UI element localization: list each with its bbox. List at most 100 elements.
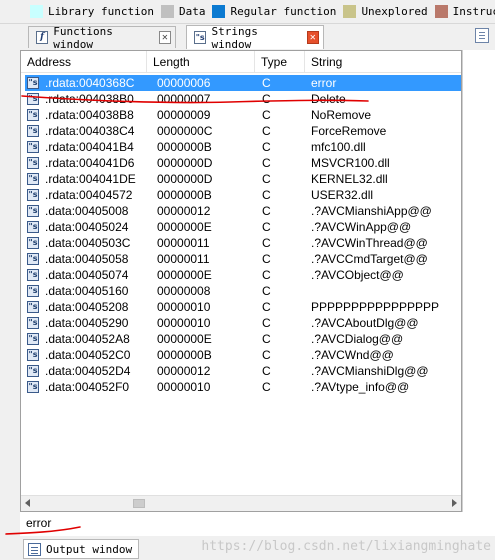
scroll-left-icon[interactable] xyxy=(25,499,30,507)
cell-string: .?AVCObject@@ xyxy=(311,268,404,282)
tab-functions-window[interactable]: f Functions window ✕ xyxy=(28,24,176,51)
legend-label: Unexplored xyxy=(361,5,428,18)
cell-address: .data:004052C0 xyxy=(45,348,131,362)
cell-address: .data:004052D4 xyxy=(45,364,131,378)
table-row[interactable]: "s .data:00405008 00000012 C .?AVCMianshiApp… xyxy=(25,203,461,219)
column-header-type[interactable]: Type xyxy=(255,51,305,73)
table-row[interactable]: "s .data:004052F0 00000010 C .?AVtype_info@@ xyxy=(25,379,461,395)
cell-address: .rdata:004041DE xyxy=(45,172,136,186)
table-row[interactable]: "s .rdata:00404572 0000000B C USER32.dll xyxy=(25,187,461,203)
cell-length: 0000000D xyxy=(157,172,213,186)
cell-type: C xyxy=(262,300,271,314)
table-row[interactable]: "s .rdata:004038B8 00000009 C NoRemove xyxy=(25,107,461,123)
cell-address: .data:00405024 xyxy=(45,220,129,234)
column-header-address[interactable]: Address xyxy=(21,51,147,73)
string-icon: "s xyxy=(27,333,39,345)
cell-type: C xyxy=(262,172,271,186)
table-row[interactable]: "s .rdata:0040368C 00000006 Cerror xyxy=(25,75,461,91)
cell-string: MSVCR100.dll xyxy=(311,156,390,170)
panel-list-icon[interactable] xyxy=(475,28,489,43)
table-row[interactable]: "s .data:0040503C 00000011 C .?AVCWinThread@… xyxy=(25,235,461,251)
string-icon: "s xyxy=(27,381,39,393)
tab-output-window[interactable]: Output window xyxy=(23,539,140,559)
cell-type: C xyxy=(262,124,271,138)
table-row[interactable]: "s .data:00405208 00000010 C PPPPPPPPPPPPPPP… xyxy=(25,299,461,315)
cell-type: C xyxy=(262,364,271,378)
cell-address: .data:004052F0 xyxy=(45,380,130,394)
string-icon: "s xyxy=(27,365,39,377)
scrollbar-thumb[interactable] xyxy=(133,499,145,508)
cell-address: .data:00405290 xyxy=(45,316,129,330)
table-row[interactable]: "s .rdata:004038B0 00000007 C Delete xyxy=(25,91,461,107)
table-row[interactable]: "s .rdata:004041D6 0000000D C MSVCR100.dll xyxy=(25,155,461,171)
horizontal-scrollbar[interactable] xyxy=(21,495,461,511)
string-icon: "s xyxy=(27,221,39,233)
tab-label: Strings window xyxy=(211,24,258,51)
string-icon: "s xyxy=(27,301,39,313)
cell-string: error xyxy=(311,76,337,90)
cell-type: C xyxy=(262,188,271,202)
table-row[interactable]: "s .data:004052A8 0000000E C .?AVCDialog@@ xyxy=(25,331,461,347)
legend-label: Data xyxy=(178,5,206,18)
close-icon[interactable]: ✕ xyxy=(306,31,319,44)
table-row[interactable]: "s .data:00405074 0000000E C .?AVCObject@@ xyxy=(25,267,461,283)
cell-address: .rdata:004041B4 xyxy=(45,140,134,154)
cell-length: 00000012 xyxy=(157,364,211,378)
legend-label: Instruction xyxy=(452,5,495,18)
color-swatch-icon xyxy=(343,5,357,18)
table-row[interactable]: "s .data:004052C0 0000000B C .?AVCWnd@@ xyxy=(25,347,461,363)
cell-string: .?AVCWinApp@@ xyxy=(311,220,412,234)
strings-icon: "s xyxy=(194,31,207,44)
cell-string: .?AVtype_info@@ xyxy=(311,380,410,394)
table-row[interactable]: "s .rdata:004041B4 0000000B Cmfc100.dll xyxy=(25,139,461,155)
table-row[interactable]: "s .rdata:004038C4 0000000C C ForceRemove xyxy=(25,123,461,139)
table-row[interactable]: "s .data:00405160 00000008 C xyxy=(25,283,461,299)
cell-length: 0000000E xyxy=(157,220,212,234)
column-header-string[interactable]: String xyxy=(305,51,461,73)
cell-string: .?AVCWnd@@ xyxy=(311,348,394,362)
string-icon: "s xyxy=(27,189,39,201)
cell-address: .data:00405208 xyxy=(45,300,129,314)
cell-type: C xyxy=(262,348,271,362)
color-swatch-icon xyxy=(30,5,43,18)
cell-length: 0000000B xyxy=(157,140,212,154)
cell-string: .?AVCMianshiApp@@ xyxy=(311,204,432,218)
cell-string: .?AVCAboutDlg@@ xyxy=(311,316,419,330)
string-icon: "s xyxy=(27,157,39,169)
cell-address: .rdata:004038B0 xyxy=(45,92,134,106)
cell-type: C xyxy=(262,204,271,218)
string-icon: "s xyxy=(27,77,39,89)
tab-label: Functions window xyxy=(53,24,113,51)
table-row[interactable]: "s .data:004052D4 00000012 C .?AVCMianshiDlg… xyxy=(25,363,461,379)
cell-string: .?AVCDialog@@ xyxy=(311,332,404,346)
string-icon: "s xyxy=(27,173,39,185)
cell-address: .data:00405074 xyxy=(45,268,129,282)
table-row[interactable]: "s .data:00405024 0000000E C .?AVCWinApp@@ xyxy=(25,219,461,235)
table-row[interactable]: "s .data:00405290 00000010 C .?AVCAboutDlg@@ xyxy=(25,315,461,331)
table-row[interactable]: "s .rdata:004041DE 0000000D C KERNEL32.dll xyxy=(25,171,461,187)
scroll-right-icon[interactable] xyxy=(452,499,457,507)
column-header-length[interactable]: Length xyxy=(147,51,255,73)
string-icon: "s xyxy=(27,269,39,281)
watermark: https://blog.csdn.net/lixiangminghate xyxy=(201,539,491,554)
cell-address: .rdata:0040368C xyxy=(45,76,135,90)
cell-address: .data:004052A8 xyxy=(45,332,130,346)
cell-type: C xyxy=(262,92,271,106)
cell-address: .data:00405008 xyxy=(45,204,129,218)
close-icon[interactable]: ✕ xyxy=(158,31,172,44)
tab-strings-window[interactable]: "s Strings window ✕ xyxy=(186,24,324,51)
color-legend: Library function Data Regular function Unex… xyxy=(0,0,495,24)
legend-item: Unexplored xyxy=(343,5,428,18)
cell-string: mfc100.dll xyxy=(311,140,366,154)
cell-type: C xyxy=(262,140,271,154)
legend-item: Regular function xyxy=(212,5,336,18)
cell-length: 0000000D xyxy=(157,156,213,170)
cell-length: 00000008 xyxy=(157,284,211,298)
string-icon: "s xyxy=(27,205,39,217)
cell-length: 0000000B xyxy=(157,348,212,362)
table-row[interactable]: "s .data:00405058 00000011 C .?AVCCmdTarget@… xyxy=(25,251,461,267)
cell-type: C xyxy=(262,156,271,170)
cell-length: 00000009 xyxy=(157,108,211,122)
table-header: Address Length Type String xyxy=(21,51,461,73)
legend-item: Data xyxy=(160,5,206,18)
